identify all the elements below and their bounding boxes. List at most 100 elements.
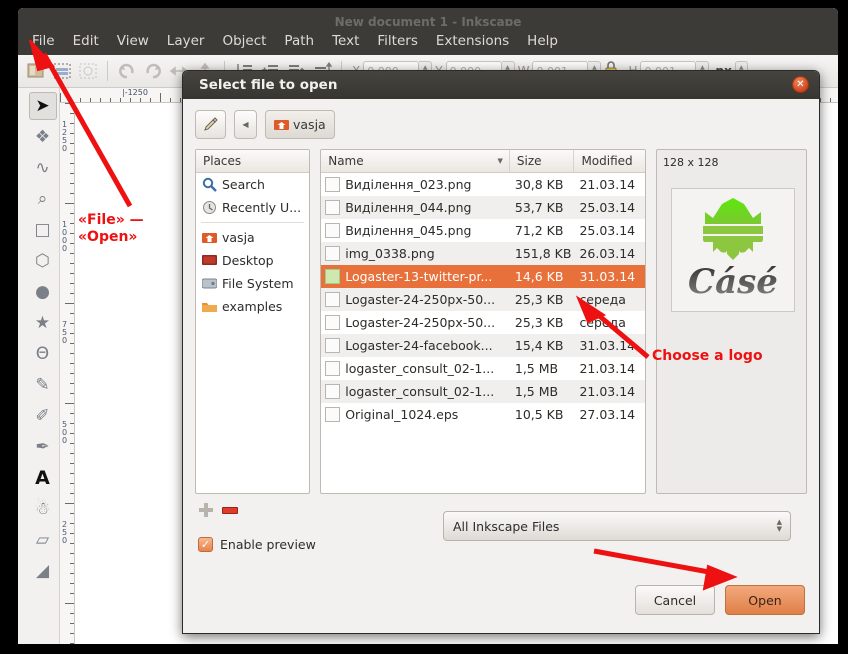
ruler-tick — [60, 93, 61, 102]
table-row[interactable]: Logaster-13-twitter-pr... 14,6 KB 31.03.14 — [321, 265, 645, 288]
column-label: Name — [328, 154, 364, 168]
file-modified: 21.03.14 — [579, 361, 636, 376]
places-item-label: vasja — [222, 230, 255, 245]
column-header-modified[interactable]: Modified — [574, 150, 645, 172]
places-item-examples[interactable]: examples — [196, 295, 309, 318]
table-row[interactable]: Виділення_044.png 53,7 KB 25.03.14 — [321, 196, 645, 219]
file-name: Logaster-13-twitter-pr... — [345, 269, 493, 284]
ellipse-tool[interactable]: ● — [29, 278, 57, 306]
select-all-layers-icon[interactable] — [50, 59, 74, 83]
open-button[interactable]: Open — [725, 585, 805, 615]
ruler-tick — [70, 483, 74, 484]
table-row[interactable]: Logaster-24-250px-50... 25,3 KB середа — [321, 311, 645, 334]
node-tool[interactable]: ❖ — [29, 123, 57, 151]
rotate-ccw-icon[interactable] — [115, 59, 139, 83]
plus-icon[interactable] — [199, 503, 213, 517]
ruler-tick — [180, 98, 181, 102]
table-row[interactable]: Logaster-24-facebook... 15,4 KB 31.03.14 — [321, 334, 645, 357]
file-modified: 31.03.14 — [579, 338, 636, 353]
menu-item-view[interactable]: View — [108, 30, 158, 52]
menu-item-text[interactable]: Text — [323, 30, 368, 52]
ruler-tick — [100, 98, 101, 102]
file-name-cell: Logaster-24-facebook... — [321, 338, 510, 353]
table-row[interactable]: img_0338.png 151,8 KB 26.03.14 — [321, 242, 645, 265]
file-name: Logaster-24-facebook... — [345, 338, 493, 353]
ruler-label: 750 — [62, 320, 67, 345]
ruler-tick — [70, 373, 74, 374]
paint-bucket-tool[interactable]: ◢ — [29, 557, 57, 585]
close-icon[interactable]: ✕ — [792, 76, 809, 93]
star-tool[interactable]: ★ — [29, 309, 57, 337]
places-item-vasja[interactable]: vasja — [196, 226, 309, 249]
ruler-tick — [65, 603, 74, 604]
menu-item-object[interactable]: Object — [213, 30, 275, 52]
ruler-label: |-1250 — [122, 88, 148, 97]
ruler-tick — [70, 98, 71, 102]
zoom-tool[interactable]: ⌕ — [29, 185, 57, 213]
file-size: 1,5 MB — [514, 361, 559, 376]
preview-dimensions: 128 x 128 — [662, 156, 719, 169]
table-row[interactable]: Виділення_045.png 71,2 KB 25.03.14 — [321, 219, 645, 242]
cancel-button[interactable]: Cancel — [635, 585, 715, 615]
table-row[interactable]: Виділення_023.png 30,8 KB 21.03.14 — [321, 173, 645, 196]
text-tool[interactable]: A — [29, 464, 57, 492]
file-name-cell: Logaster-13-twitter-pr... — [321, 269, 510, 284]
table-row[interactable]: logaster_consult_02-1... 1,5 MB 21.03.14 — [321, 380, 645, 403]
places-item-desktop[interactable]: Desktop — [196, 249, 309, 272]
file-list: Name ▼ Size Modified Виділення_023.png 30… — [320, 149, 646, 494]
menu-item-file[interactable]: File — [23, 30, 64, 52]
deselect-icon[interactable] — [76, 59, 100, 83]
places-item-file-system[interactable]: File System — [196, 272, 309, 295]
rectangle-tool[interactable]: □ — [29, 216, 57, 244]
menu-item-help[interactable]: Help — [518, 30, 567, 52]
places-item-recently-u[interactable]: Recently U... — [196, 196, 309, 219]
eraser-tool[interactable]: ▱ — [29, 526, 57, 554]
menu-item-extensions[interactable]: Extensions — [427, 30, 518, 52]
dialog-actions: Cancel Open — [635, 585, 805, 615]
file-name-cell: Виділення_023.png — [321, 177, 510, 192]
pathbar-current-folder[interactable]: vasja — [265, 110, 335, 139]
column-header-size[interactable]: Size — [510, 150, 575, 172]
ruler-tick — [820, 98, 821, 102]
file-modified: 26.03.14 — [579, 246, 636, 261]
file-thumbnail — [325, 223, 341, 238]
pencil-icon[interactable] — [195, 110, 226, 139]
tweak-tool[interactable]: ∿ — [29, 154, 57, 182]
ruler-tick — [70, 173, 74, 174]
menu-item-filters[interactable]: Filters — [368, 30, 426, 52]
menubar: File Edit View Layer Object Path Text Filters Ex… — [18, 26, 838, 55]
places-item-label: Recently U... — [222, 200, 302, 215]
select-all-icon[interactable] — [24, 59, 48, 83]
ruler-tick — [70, 213, 74, 214]
places-header: Places — [196, 150, 310, 173]
menu-item-edit[interactable]: Edit — [64, 30, 108, 52]
menu-item-path[interactable]: Path — [275, 30, 323, 52]
ruler-tick — [65, 303, 74, 304]
ruler-tick — [70, 583, 74, 584]
table-row[interactable]: logaster_consult_02-1... 1,5 MB 21.03.14 — [321, 357, 645, 380]
pencil-tool[interactable]: ✎ — [29, 371, 57, 399]
file-type-filter[interactable]: All Inkscape Files ▲ ▼ — [443, 511, 791, 541]
rotate-cw-icon[interactable] — [141, 59, 165, 83]
spray-tool[interactable]: ☃ — [29, 495, 57, 523]
bezier-tool[interactable]: ✐ — [29, 402, 57, 430]
file-thumbnail — [325, 200, 341, 215]
column-header-name[interactable]: Name ▼ — [321, 150, 510, 172]
chevron-left-icon[interactable]: ◀ — [234, 110, 257, 139]
places-item-label: Search — [222, 177, 265, 192]
minus-icon[interactable] — [222, 506, 238, 514]
spiral-tool[interactable]: Θ — [29, 340, 57, 368]
places-item-label: File System — [222, 276, 294, 291]
preview-image: Cásé — [670, 188, 795, 312]
ruler-tick — [65, 103, 74, 104]
calligraphy-tool[interactable]: ✒ — [29, 433, 57, 461]
table-row[interactable]: Logaster-24-250px-50... 25,3 KB середа — [321, 288, 645, 311]
3dbox-tool[interactable]: ⬡ — [29, 247, 57, 275]
file-name-cell: Logaster-24-250px-50... — [321, 315, 510, 330]
file-name-cell: img_0338.png — [321, 246, 510, 261]
places-item-search[interactable]: Search — [196, 173, 309, 196]
file-thumbnail — [325, 407, 341, 422]
selector-tool[interactable]: ➤ — [28, 92, 57, 120]
menu-item-layer[interactable]: Layer — [158, 30, 214, 52]
table-row[interactable]: Original_1024.eps 10,5 KB 27.03.14 — [321, 403, 645, 426]
